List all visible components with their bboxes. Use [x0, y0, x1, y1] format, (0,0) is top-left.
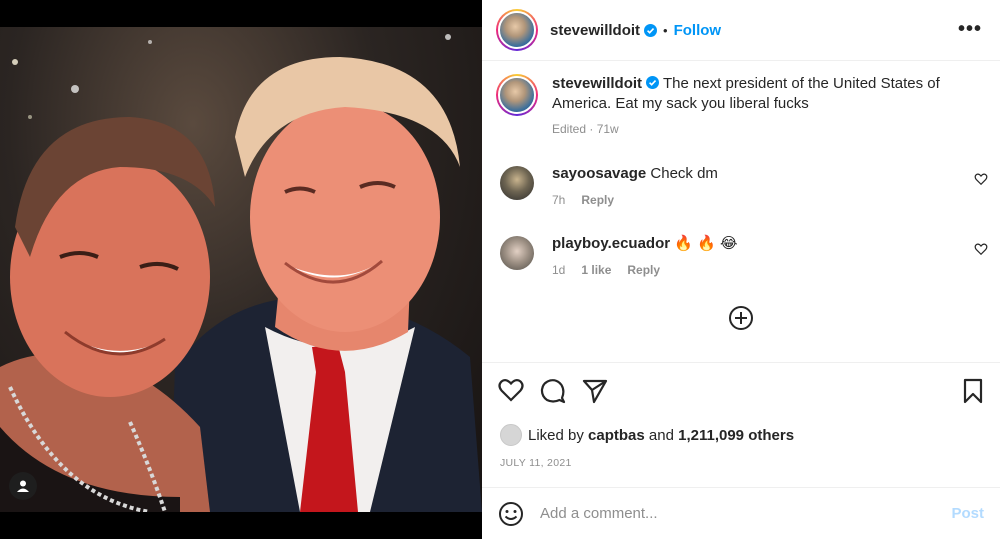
commenter-username[interactable]: playboy.ecuador — [552, 235, 670, 252]
divider — [482, 362, 1000, 363]
comment-text: Check dm — [650, 165, 718, 182]
liker-username[interactable]: captbas — [588, 427, 645, 444]
post-actions — [498, 378, 984, 406]
commenter-avatar[interactable] — [500, 166, 534, 200]
comment-item: playboy.ecuador 🔥 🔥 😂 1d 1 like Reply — [482, 234, 1000, 277]
verified-badge-icon — [644, 23, 658, 37]
comment-item: sayoosavage Check dm 7h Reply — [482, 164, 1000, 207]
add-comment-bar: Post — [482, 488, 1000, 539]
comment-text: 🔥 🔥 😂 — [674, 235, 738, 252]
author-username[interactable]: stevewilldoit — [550, 22, 640, 39]
reply-button[interactable]: Reply — [581, 193, 614, 207]
post-caption: stevewilldoit The next president of the … — [482, 62, 1000, 136]
share-icon[interactable] — [582, 378, 608, 404]
comment-time: 1d — [552, 263, 566, 277]
caption-username[interactable]: stevewilldoit — [552, 75, 642, 92]
header-separator: • — [663, 22, 668, 38]
likes-count[interactable]: 1,211,099 others — [678, 427, 794, 444]
comment-likes[interactable]: 1 like — [581, 263, 611, 277]
comment-input[interactable] — [540, 505, 952, 522]
post-header: stevewilldoit • Follow ••• — [482, 0, 1000, 61]
post-photo[interactable] — [0, 27, 482, 512]
post-media — [0, 0, 482, 539]
liker-avatar[interactable] — [500, 424, 522, 446]
comment-icon[interactable] — [540, 378, 566, 404]
tagged-user-icon[interactable] — [9, 472, 37, 500]
reply-button[interactable]: Reply — [627, 263, 660, 277]
like-comment-heart-icon[interactable] — [974, 242, 988, 256]
likes-summary: Liked by captbas and 1,211,099 others — [500, 424, 794, 446]
like-comment-heart-icon[interactable] — [974, 172, 988, 186]
emoji-icon[interactable] — [498, 501, 524, 527]
likes-prefix: Liked by — [528, 426, 584, 444]
caption-author-avatar[interactable] — [496, 74, 538, 116]
save-bookmark-icon[interactable] — [962, 378, 984, 404]
more-options-icon[interactable]: ••• — [958, 18, 982, 41]
author-avatar[interactable] — [496, 9, 538, 51]
comment-time: 7h — [552, 193, 566, 207]
comments-section: stevewilldoit The next president of the … — [482, 62, 1000, 362]
likes-middle: and — [648, 426, 674, 444]
follow-button[interactable]: Follow — [674, 22, 722, 39]
post-date[interactable]: JULY 11, 2021 — [500, 457, 572, 469]
like-heart-icon[interactable] — [498, 378, 524, 402]
caption-meta: Edited · 71w — [552, 122, 619, 136]
post-comment-button[interactable]: Post — [951, 505, 984, 522]
selfie-illustration — [0, 34, 482, 512]
verified-badge-icon — [646, 76, 660, 89]
commenter-avatar[interactable] — [500, 236, 534, 270]
load-more-comments-icon[interactable] — [728, 305, 754, 331]
post-details-panel: stevewilldoit • Follow ••• stevewilldoit… — [482, 0, 1000, 539]
commenter-username[interactable]: sayoosavage — [552, 165, 646, 182]
